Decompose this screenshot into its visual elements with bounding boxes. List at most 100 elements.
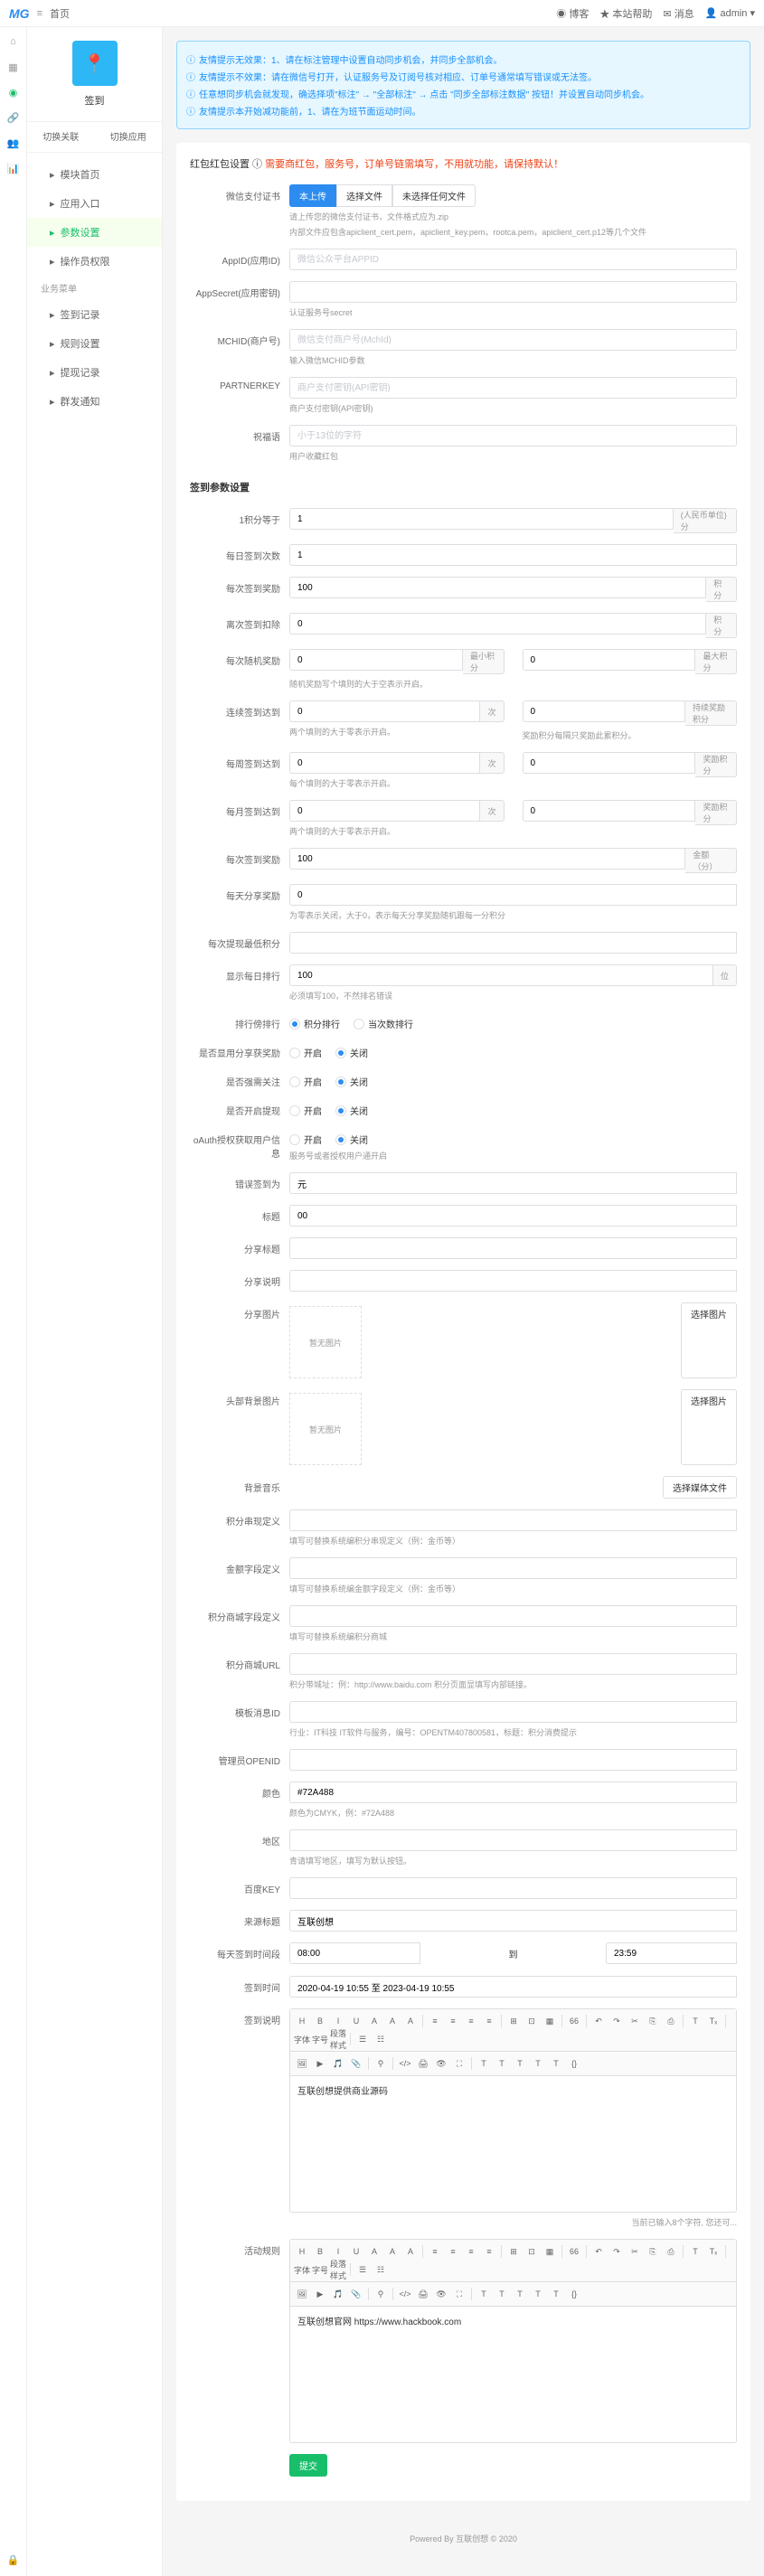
editor-tool[interactable]: H: [294, 2013, 310, 2029]
editor-tool[interactable]: ≡: [445, 2243, 461, 2260]
field-input[interactable]: [289, 752, 480, 774]
editor-tool[interactable]: U: [348, 2013, 364, 2029]
field-input[interactable]: [606, 1942, 737, 1964]
editor-tool[interactable]: ≡: [427, 2243, 443, 2260]
field-input[interactable]: [289, 1749, 737, 1771]
appid-input[interactable]: [289, 249, 737, 270]
editor-tool[interactable]: 🎵: [330, 2055, 346, 2072]
editor-tool[interactable]: ☷: [373, 2031, 389, 2047]
field-input[interactable]: [289, 508, 674, 530]
field-input[interactable]: [523, 800, 696, 822]
editor-tool[interactable]: A: [402, 2013, 419, 2029]
field-input[interactable]: [289, 848, 685, 870]
nav-grid-icon[interactable]: ▦: [6, 60, 21, 74]
editor-tool[interactable]: A: [402, 2243, 419, 2260]
editor-tool[interactable]: ⊞: [505, 2013, 522, 2029]
editor-tool[interactable]: </>: [397, 2055, 413, 2072]
menu-item[interactable]: ▸参数设置: [27, 218, 162, 247]
editor-tool[interactable]: A: [384, 2013, 401, 2029]
nav-users-icon[interactable]: 👥: [6, 136, 21, 150]
editor-tool[interactable]: ⚲: [373, 2286, 389, 2302]
menu-item[interactable]: ▸签到记录: [27, 300, 162, 329]
field-input[interactable]: [289, 1270, 737, 1292]
radio-option[interactable]: 当次数排行: [354, 1017, 413, 1030]
nav-help[interactable]: ★ 本站帮助: [599, 6, 652, 21]
tab-switch-app[interactable]: 切换应用: [95, 122, 163, 152]
editor-tool[interactable]: 📎: [348, 2286, 364, 2302]
editor-tool[interactable]: 字体: [294, 2261, 310, 2278]
radio-option[interactable]: 积分排行: [289, 1017, 340, 1030]
editor-tool[interactable]: ↶: [590, 2013, 607, 2029]
editor-tool[interactable]: ▦: [542, 2243, 558, 2260]
editor-tool[interactable]: ↶: [590, 2243, 607, 2260]
field-input[interactable]: [289, 964, 713, 986]
editor-tool[interactable]: ↷: [608, 2243, 625, 2260]
editor-tool[interactable]: A: [366, 2013, 382, 2029]
field-input[interactable]: [289, 1509, 737, 1531]
field-input[interactable]: [289, 1605, 737, 1627]
radio-option[interactable]: 开启: [289, 1075, 322, 1088]
editor-tool[interactable]: 👁: [433, 2055, 449, 2072]
field-input[interactable]: [289, 1942, 420, 1964]
submit-button[interactable]: 提交: [289, 2454, 327, 2477]
field-input[interactable]: [523, 752, 696, 774]
editor-tool[interactable]: A: [366, 2243, 382, 2260]
editor-tool[interactable]: 🖼: [294, 2055, 310, 2072]
nav-blog[interactable]: ◉ 博客: [556, 6, 589, 21]
editor-tool[interactable]: B: [312, 2243, 328, 2260]
editor-tool[interactable]: Tₓ: [705, 2243, 722, 2260]
editor-tool[interactable]: T: [512, 2055, 528, 2072]
radio-option[interactable]: 关闭: [335, 1104, 368, 1117]
field-input[interactable]: [289, 1237, 737, 1259]
menu-item[interactable]: ▸操作员权限: [27, 247, 162, 276]
field-input[interactable]: [523, 649, 696, 671]
editor-tool[interactable]: 🖨: [415, 2055, 431, 2072]
wish-input[interactable]: [289, 425, 737, 447]
tab-switch-assoc[interactable]: 切换关联: [27, 122, 95, 152]
radio-option[interactable]: 开启: [289, 1104, 322, 1117]
editor-tool[interactable]: 字号: [312, 2261, 328, 2278]
editor-tool[interactable]: H: [294, 2243, 310, 2260]
editor-tool[interactable]: ⎘: [645, 2013, 661, 2029]
editor-tool[interactable]: T: [530, 2286, 546, 2302]
editor-tool[interactable]: ⊡: [523, 2243, 540, 2260]
choose-media-btn[interactable]: 选择媒体文件: [663, 1476, 737, 1499]
editor-tool[interactable]: 字体: [294, 2031, 310, 2047]
menu-item[interactable]: ▸规则设置: [27, 329, 162, 358]
menu-item[interactable]: ▸提现记录: [27, 358, 162, 387]
editor-tool[interactable]: T: [687, 2243, 703, 2260]
nav-link-icon[interactable]: 🔗: [6, 110, 21, 125]
editor-tool[interactable]: ⚲: [373, 2055, 389, 2072]
editor-tool[interactable]: ☰: [354, 2261, 371, 2278]
editor-tool[interactable]: T: [476, 2286, 492, 2302]
mchid-input[interactable]: [289, 329, 737, 351]
editor-tool[interactable]: ▦: [542, 2013, 558, 2029]
nav-home-icon[interactable]: ⌂: [6, 34, 21, 49]
editor-tool[interactable]: 段落样式: [330, 2261, 346, 2278]
field-input[interactable]: [523, 700, 686, 722]
editor-tool[interactable]: ⎙: [663, 2243, 679, 2260]
editor-tool[interactable]: 👁: [433, 2286, 449, 2302]
user-menu[interactable]: 👤 admin ▾: [705, 7, 755, 19]
editor-tool[interactable]: {}: [566, 2286, 582, 2302]
editor2[interactable]: HBIUAAA≡≡≡≡⊞⊡▦66↶↷✂⎘⎙TTₓ字体字号段落样式☰☷ 🖼▶🎵📎⚲…: [289, 2239, 737, 2443]
choose-file-btn[interactable]: 选择图片: [681, 1389, 737, 1465]
editor-tool[interactable]: T: [530, 2055, 546, 2072]
field-input[interactable]: [289, 1701, 737, 1723]
editor-tool[interactable]: 段落样式: [330, 2031, 346, 2047]
radio-option[interactable]: 关闭: [335, 1133, 368, 1146]
editor-tool[interactable]: T: [494, 2055, 510, 2072]
editor-tool[interactable]: ☰: [354, 2031, 371, 2047]
editor-tool[interactable]: 🖼: [294, 2286, 310, 2302]
site-home[interactable]: 首页: [50, 6, 70, 21]
editor-tool[interactable]: T: [512, 2286, 528, 2302]
editor-tool[interactable]: 🖨: [415, 2286, 431, 2302]
editor-tool[interactable]: ≡: [445, 2013, 461, 2029]
nav-msg[interactable]: ✉ 消息: [663, 6, 693, 21]
cert-choose-btn[interactable]: 选择文件: [336, 184, 392, 207]
field-input[interactable]: [289, 884, 737, 906]
field-input[interactable]: [289, 1782, 737, 1803]
editor-tool[interactable]: ▶: [312, 2286, 328, 2302]
nav-wechat-icon[interactable]: ◉: [6, 85, 21, 99]
field-input[interactable]: [289, 577, 706, 598]
